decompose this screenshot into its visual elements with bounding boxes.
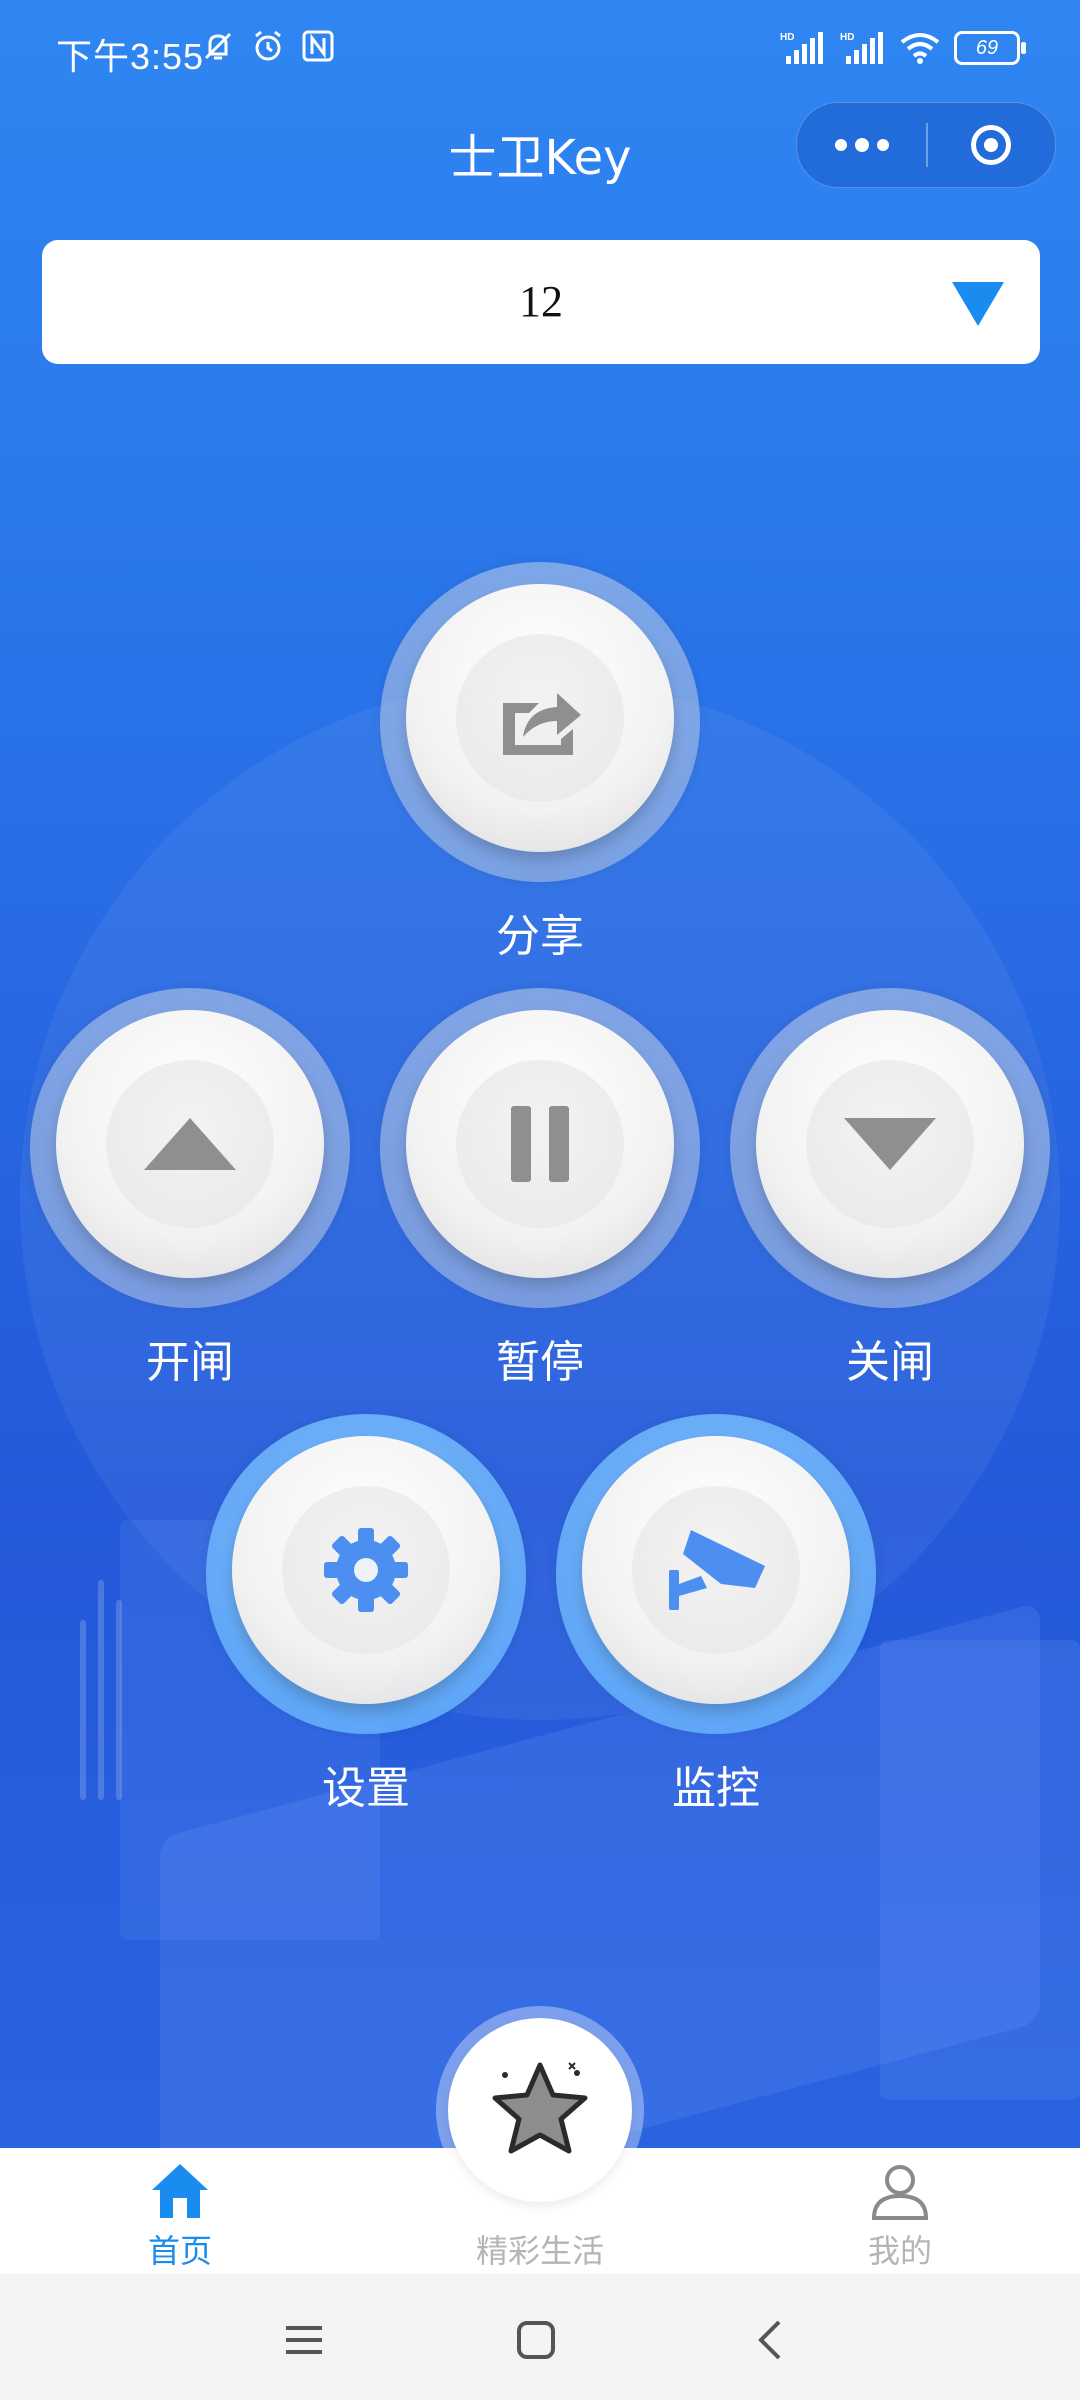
close-gate-label: 关闸 (846, 1337, 934, 1388)
close-gate-button[interactable] (730, 988, 1050, 1308)
menu-icon[interactable] (274, 2310, 334, 2370)
svg-text:HD: HD (780, 32, 794, 43)
tab-mine[interactable]: 我的 (720, 2148, 1080, 2274)
life-star-button[interactable] (448, 2018, 632, 2202)
tab-home-label: 首页 (147, 2232, 212, 2270)
status-time: 下午3:55 (56, 36, 205, 77)
hd-signal-2-icon: HD (840, 32, 883, 64)
battery-indicator: 69 (954, 31, 1026, 65)
selector-value: 12 (519, 277, 563, 326)
share-icon (503, 693, 581, 755)
share-button[interactable] (380, 562, 700, 882)
monitor-label: 监控 (672, 1763, 760, 1814)
back-icon[interactable] (740, 2310, 800, 2370)
down-triangle-icon (844, 1118, 936, 1170)
home-icon (152, 2164, 208, 2218)
open-gate-label: 开闸 (146, 1337, 234, 1388)
nfc-icon (302, 30, 334, 62)
svg-text:HD: HD (840, 32, 854, 43)
settings-button[interactable] (206, 1414, 526, 1734)
more-dots-icon[interactable] (797, 103, 926, 187)
background-line (98, 1580, 104, 1800)
user-icon (871, 2165, 929, 2220)
status-bar: 下午3:55 HD HD 69 (0, 0, 1080, 100)
close-target-icon[interactable] (926, 103, 1055, 187)
miniprogram-capsule (796, 102, 1056, 188)
open-gate-button[interactable] (30, 988, 350, 1308)
wifi-icon (900, 33, 940, 64)
pause-icon (511, 1106, 569, 1182)
hd-signal-1-icon: HD (780, 32, 823, 64)
gear-icon (324, 1528, 408, 1612)
star-icon (492, 2062, 588, 2154)
background-line (116, 1600, 122, 1800)
settings-label: 设置 (322, 1763, 410, 1814)
monitor-button[interactable] (556, 1414, 876, 1734)
tab-mine-label: 我的 (867, 2232, 932, 2270)
pause-button[interactable] (380, 988, 700, 1308)
title-bar: 士卫Key (0, 100, 1080, 196)
device-selector[interactable]: 12 (42, 240, 1040, 364)
dropdown-triangle-icon (952, 282, 1004, 326)
pause-label: 暂停 (496, 1337, 584, 1388)
system-navigation-bar (0, 2274, 1080, 2400)
share-label: 分享 (496, 911, 584, 962)
camera-icon (669, 1530, 765, 1610)
background-line (80, 1620, 86, 1800)
tab-home[interactable]: 首页 (0, 2148, 360, 2274)
tab-life-label: 精彩生活 (475, 2232, 604, 2270)
home-square-icon[interactable] (506, 2310, 566, 2370)
muted-bell-icon (204, 32, 232, 60)
alarm-icon (255, 30, 281, 61)
up-triangle-icon (144, 1118, 236, 1170)
